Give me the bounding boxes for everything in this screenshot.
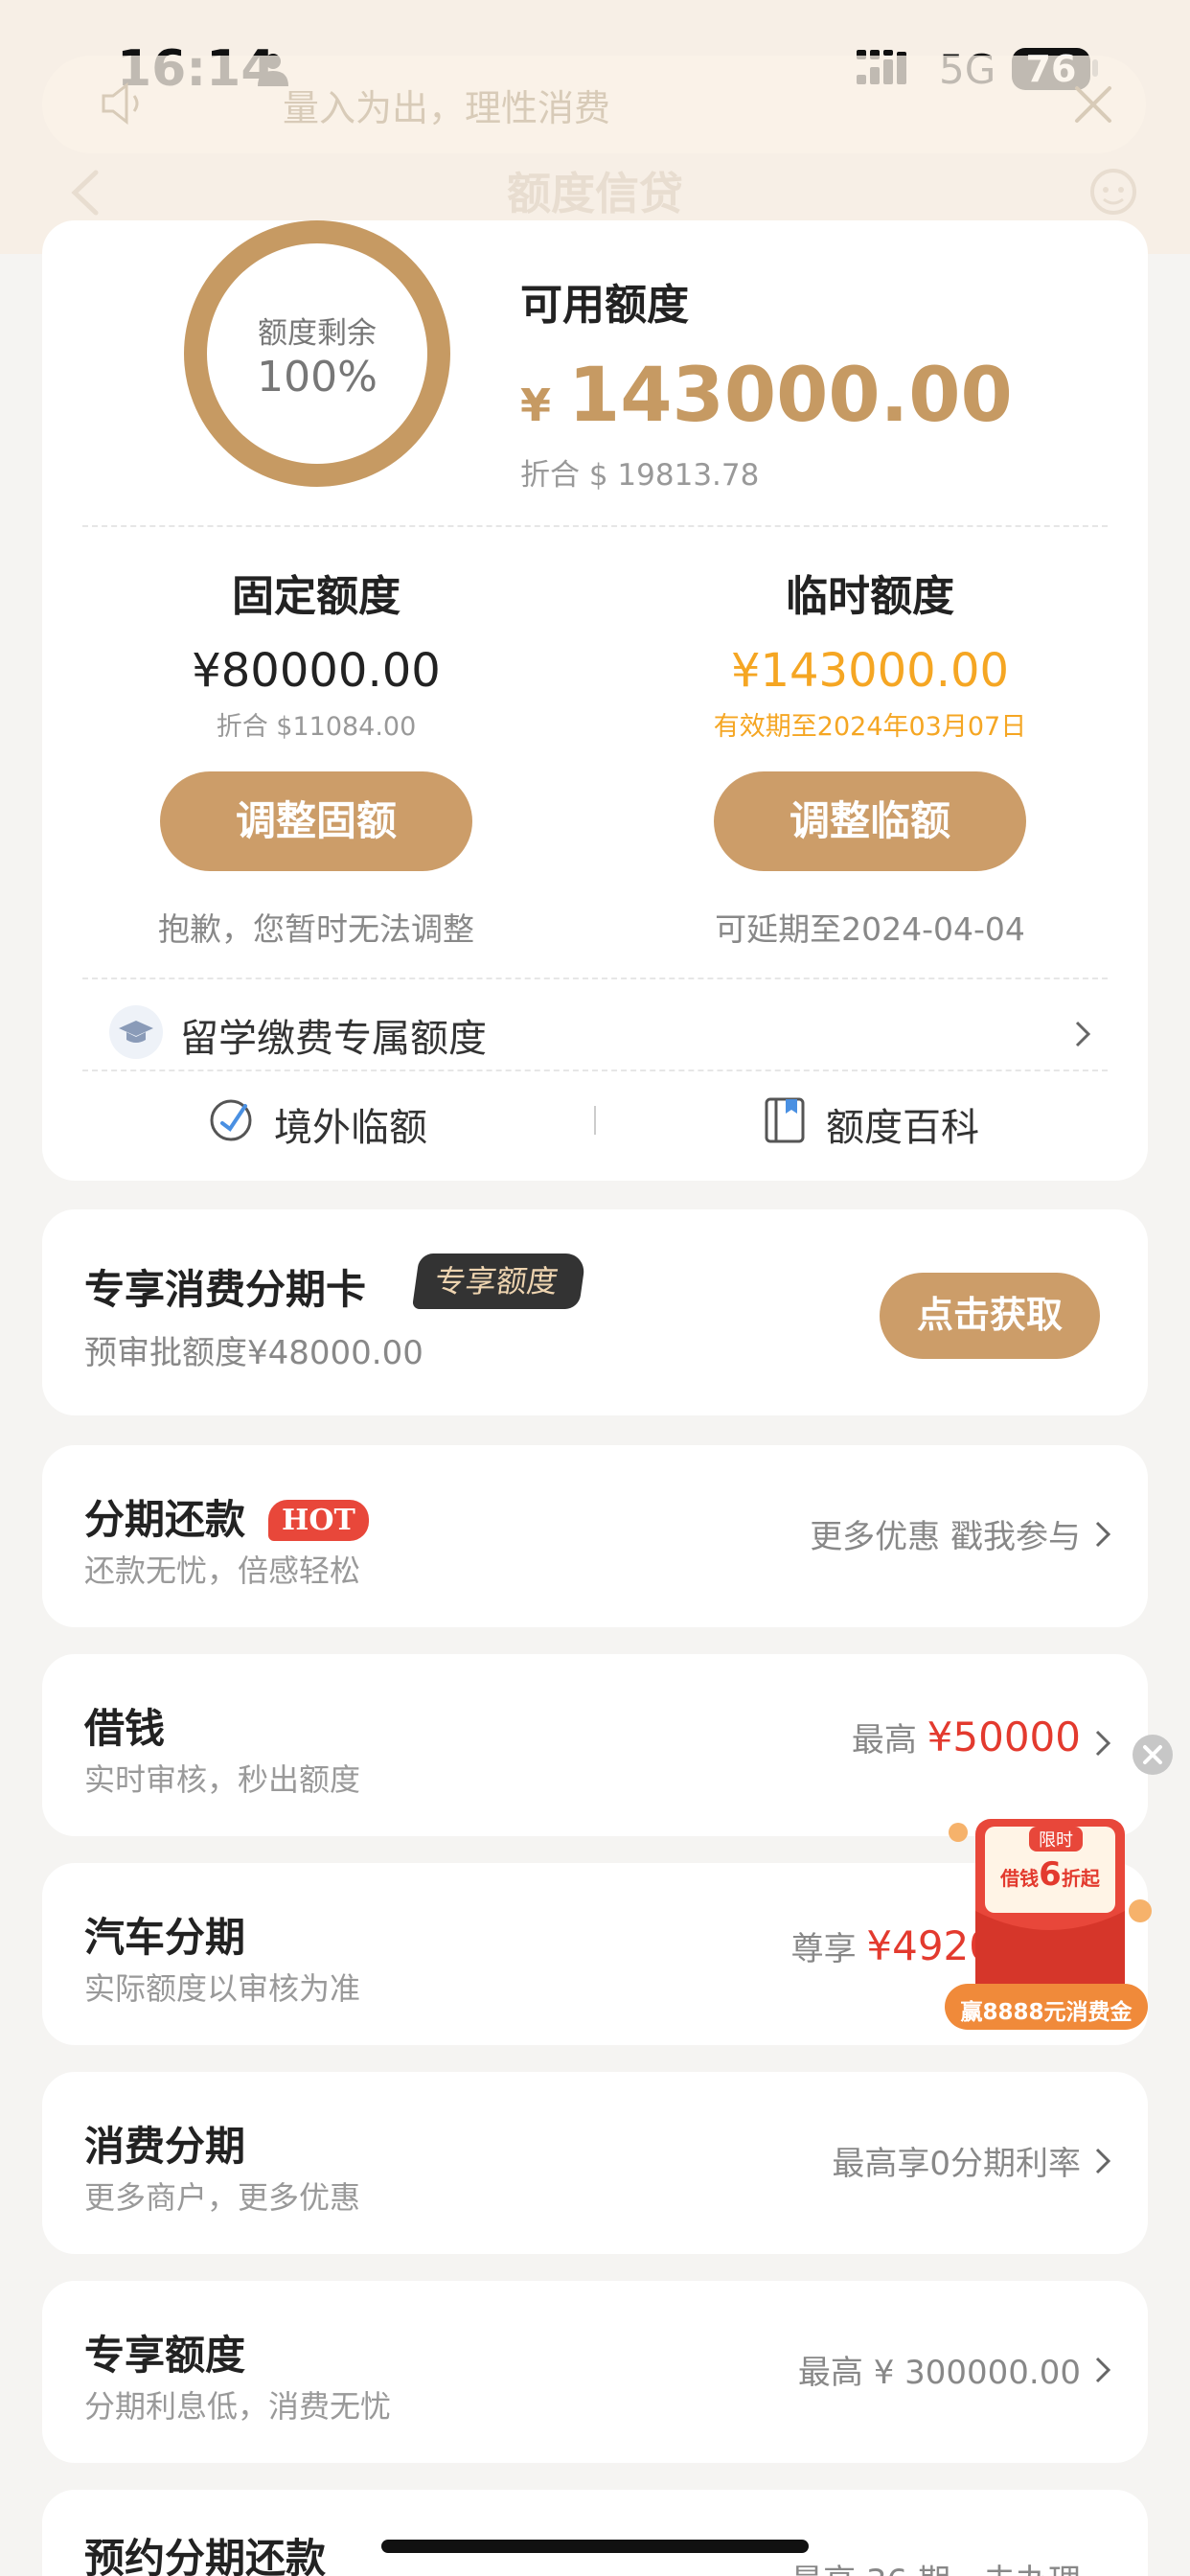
service-right-text: 最高 36 期，去办理 [790, 2555, 1081, 2576]
installment-card-subtitle: 预审批额度¥48000.00 [84, 1334, 423, 1372]
encyclopedia-label: 额度百科 [826, 1106, 979, 1150]
fixed-credit-title: 固定额度 [232, 572, 400, 621]
chevron-right-icon [1095, 2148, 1111, 2174]
overseas-label: 境外临额 [274, 1106, 427, 1150]
promo-text-post: 折起 [1061, 1867, 1100, 1890]
chevron-right-icon [1095, 2357, 1111, 2383]
service-right-prefix: 最高享0分期利率 [832, 2145, 1081, 2183]
promo-red-envelope[interactable]: 限时 借钱6折起 赢8888元消费金 [941, 1806, 1152, 2036]
service-title: 分期还款 HOT [84, 1487, 369, 1546]
available-credit-label: 可用额度 [520, 281, 689, 330]
fixed-credit-section: 固定额度 ¥80000.00 折合 $11084.00 调整固额 抱歉，您暂时无… [77, 562, 556, 950]
divider [82, 1070, 1108, 1071]
service-title-text: 分期还款 [84, 1496, 246, 1543]
service-item-consumer-installment[interactable]: 消费分期 更多商户，更多优惠 最高享0分期利率 [42, 2072, 1148, 2254]
temporary-credit-note: 可延期至2024-04-04 [715, 910, 1025, 948]
promo-close-button[interactable] [1133, 1735, 1173, 1775]
temporary-credit-title: 临时额度 [786, 572, 954, 621]
service-title: 专享额度 [84, 2332, 246, 2379]
service-item-reserve-installment[interactable]: 预约分期还款 最高 36 期，去办理 [42, 2490, 1148, 2576]
divider [82, 978, 1108, 979]
chevron-right-icon [1075, 1021, 1091, 1047]
promo-text-num: 6 [1039, 1855, 1062, 1894]
fixed-credit-converted: 折合 $11084.00 [216, 712, 417, 742]
temporary-credit-amount: ¥143000.00 [730, 644, 1010, 698]
chevron-right-icon [1095, 1730, 1111, 1757]
promo-tag: 限时 [1029, 1827, 1083, 1852]
service-title: 汽车分期 [84, 1914, 246, 1961]
service-subtitle: 实时审核，秒出额度 [84, 1761, 361, 1798]
hot-badge: HOT [268, 1500, 369, 1541]
service-subtitle: 实际额度以审核为准 [84, 1970, 361, 2007]
service-right-text: 最高享0分期利率 [832, 2137, 1081, 2184]
chevron-right-icon [1095, 1521, 1111, 1548]
service-right-value: ¥50000 [927, 1714, 1081, 1760]
study-abroad-credit-link[interactable]: 留学缴费专属额度 [109, 1000, 1096, 1067]
temporary-credit-section: 临时额度 ¥143000.00 有效期至2024年03月07日 调整临额 可延期… [630, 562, 1110, 950]
promo-banner: 赢8888元消费金 [960, 2000, 1133, 2025]
service-title: 预约分期还款 [84, 2535, 327, 2576]
service-right-prefix: 最高 36 期，去办理 [790, 2563, 1081, 2576]
get-card-button[interactable]: 点击获取 [880, 1273, 1100, 1359]
service-right-text: 最高 ¥50000 [852, 1714, 1081, 1760]
ring-label: 额度剩余 [258, 316, 377, 351]
book-icon [765, 1097, 805, 1143]
adjust-fixed-button[interactable]: 调整固额 [160, 771, 472, 871]
link-divider [594, 1106, 596, 1135]
divider [82, 525, 1108, 527]
currency-symbol: ¥ [520, 380, 552, 431]
promo-text-pre: 借钱 [1000, 1867, 1040, 1890]
service-right-text: 最高 ¥ 300000.00 [798, 2346, 1081, 2393]
fixed-credit-note: 抱歉，您暂时无法调整 [158, 910, 474, 948]
bottom-links: 境外临额 额度百科 [42, 1083, 1148, 1160]
service-right-prefix: 尊享 [790, 1930, 867, 1968]
compass-icon [210, 1099, 252, 1141]
customer-service-icon[interactable] [1083, 163, 1144, 217]
available-amount-value: 143000.00 [568, 353, 1013, 439]
service-right-prefix: 更多优惠 戳我参与 [810, 1518, 1081, 1556]
exclusive-badge: 专享额度 [411, 1254, 587, 1309]
study-abroad-label: 留学缴费专属额度 [180, 1017, 487, 1061]
installment-card-title: 专享消费分期卡 [84, 1266, 367, 1313]
installment-card-section: 专享消费分期卡 专享额度 预审批额度¥48000.00 点击获取 [42, 1209, 1148, 1415]
close-icon[interactable] [1071, 82, 1115, 126]
service-right-prefix: 最高 [851, 1721, 927, 1760]
fixed-credit-amount: ¥80000.00 [192, 644, 441, 698]
service-title: 借钱 [84, 1705, 166, 1752]
graduation-cap-icon [109, 1005, 163, 1059]
page-title: 额度信贷 [507, 168, 683, 219]
close-icon [1143, 1745, 1162, 1764]
service-right-text: 更多优惠 戳我参与 [810, 1510, 1081, 1557]
available-converted: 折合 $ 19813.78 [520, 458, 760, 493]
service-subtitle: 分期利息低，消费无忧 [84, 2388, 392, 2425]
service-item-installment-repayment[interactable]: 分期还款 HOT 还款无忧，倍感轻松 更多优惠 戳我参与 [42, 1445, 1148, 1627]
promo-text: 借钱6折起 [979, 1855, 1121, 1894]
service-subtitle: 还款无忧，倍感轻松 [84, 1552, 361, 1589]
temporary-credit-validity: 有效期至2024年03月07日 [713, 712, 1027, 742]
available-credit-amount: ¥143000.00 [520, 353, 1013, 439]
speaker-icon [102, 82, 139, 125]
service-title: 消费分期 [84, 2123, 246, 2170]
service-subtitle: 更多商户，更多优惠 [84, 2179, 361, 2216]
home-indicator [381, 2540, 809, 2553]
adjust-temporary-button[interactable]: 调整临额 [714, 771, 1026, 871]
ring-value: 100% [257, 353, 378, 402]
service-item-exclusive-credit[interactable]: 专享额度 分期利息低，消费无忧 最高 ¥ 300000.00 [42, 2281, 1148, 2463]
notice-text: 量入为出，理性消费 [283, 87, 611, 129]
service-right-prefix: 最高 ¥ 300000.00 [797, 2354, 1081, 2392]
credit-card: 额度剩余 100% 可用额度 ¥143000.00 折合 $ 19813.78 … [42, 220, 1148, 1181]
